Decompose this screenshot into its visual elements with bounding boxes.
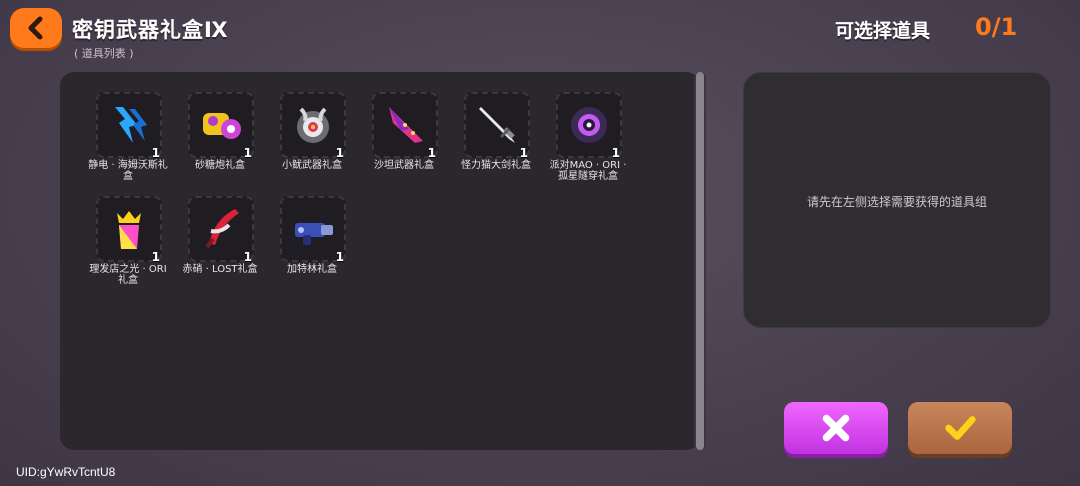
select-count: 0/1	[975, 13, 1018, 41]
cancel-button[interactable]	[784, 402, 888, 454]
item-name: 怪力猫大剑礼盒	[461, 160, 531, 171]
item-slot[interactable]: 1 怪力猫大剑礼盒	[456, 92, 536, 192]
gatling-icon	[295, 223, 333, 245]
item-slot[interactable]: 1 砂糖炮礼盒	[180, 92, 260, 192]
item-list-panel: 1 静电 · 海姆沃斯礼盒 1 砂糖炮礼盒 1 小鱿武器礼盒 1 沙坦武器礼盒 …	[60, 72, 700, 450]
squid-weapon-icon	[297, 107, 329, 143]
user-id: UID:gYwRvTcntU8	[16, 465, 116, 479]
blue-lightning-weapon-icon	[115, 107, 147, 143]
page-subtitle: ( 道具列表 )	[74, 47, 134, 60]
item-name: 沙坦武器礼盒	[374, 160, 434, 171]
star-orb-icon	[571, 107, 607, 143]
item-name: 加特林礼盒	[287, 264, 337, 275]
scroll-thumb[interactable]	[696, 72, 704, 450]
item-name: 砂糖炮礼盒	[195, 160, 245, 171]
scrollbar[interactable]	[694, 72, 706, 450]
close-icon	[822, 414, 850, 442]
select-label: 可选择道具	[835, 20, 931, 42]
greatsword-icon	[479, 107, 515, 143]
back-button[interactable]	[10, 8, 62, 48]
candy-cannon-icon	[203, 113, 241, 139]
chevron-left-icon	[28, 16, 43, 40]
confirm-button[interactable]	[908, 402, 1012, 454]
item-slot[interactable]: 1 沙坦武器礼盒	[364, 92, 444, 192]
item-name: 赤硝 · LOST礼盒	[182, 264, 258, 275]
item-slot[interactable]: 1 派对MAO · ORI · 孤星隧穿礼盒	[548, 92, 628, 192]
item-name: 小鱿武器礼盒	[282, 160, 342, 171]
item-name: 静电 · 海姆沃斯礼盒	[88, 160, 168, 182]
crown-gem-icon	[117, 211, 141, 249]
item-name: 派对MAO · ORI · 孤星隧穿礼盒	[549, 160, 627, 182]
checkmark-icon	[945, 416, 976, 440]
item-slot[interactable]: 1 静电 · 海姆沃斯礼盒	[88, 92, 168, 192]
item-slot[interactable]: 1 小鱿武器礼盒	[272, 92, 352, 192]
red-scythe-icon	[205, 209, 239, 249]
selection-panel: 请先在左侧选择需要获得的道具组	[743, 72, 1051, 328]
pink-blade-icon	[389, 107, 423, 143]
item-name: 理发店之光 · ORI 礼盒	[89, 264, 167, 286]
selection-hint: 请先在左侧选择需要获得的道具组	[806, 195, 987, 209]
item-slot[interactable]: 1 加特林礼盒	[272, 196, 352, 296]
item-slot[interactable]: 1 赤硝 · LOST礼盒	[180, 196, 260, 296]
page-title: 密钥武器礼盒Ⅸ	[72, 18, 229, 42]
item-slot[interactable]: 1 理发店之光 · ORI 礼盒	[88, 196, 168, 296]
